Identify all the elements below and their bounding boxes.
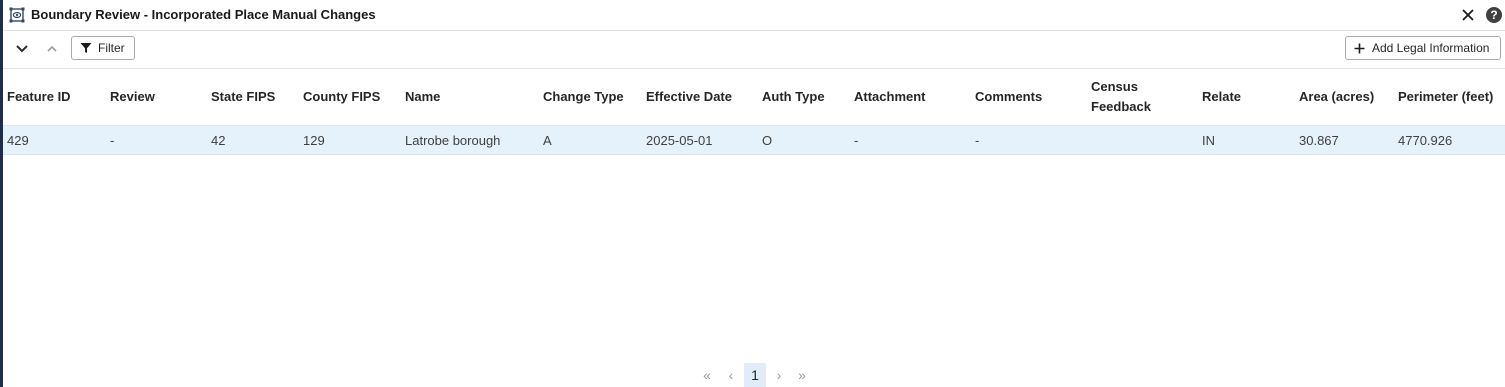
column-header-census-feedback[interactable]: Census Feedback — [1091, 77, 1151, 117]
census-feedback-line-1: Census — [1091, 79, 1138, 94]
filter-button[interactable]: Filter — [71, 36, 135, 60]
page-number-current[interactable]: 1 — [744, 363, 766, 387]
add-legal-information-label: Add Legal Information — [1372, 41, 1490, 55]
column-header-auth-type[interactable]: Auth Type — [762, 87, 825, 107]
cell-feature-id: 429 — [7, 133, 29, 148]
cell-attachment: - — [854, 133, 859, 148]
chevron-up-icon[interactable] — [44, 41, 60, 57]
cell-auth-type: O — [762, 133, 773, 148]
column-header-state-fips[interactable]: State FIPS — [211, 87, 275, 107]
cell-effective-date: 2025-05-01 — [646, 133, 713, 148]
last-page-icon[interactable]: » — [792, 363, 812, 387]
table-header: Feature ID Review State FIPS County FIPS… — [3, 69, 1505, 126]
title-bar: Boundary Review - Incorporated Place Man… — [3, 0, 1505, 31]
column-header-perimeter[interactable]: Perimeter (feet) — [1398, 87, 1493, 107]
cell-review: - — [110, 133, 115, 148]
filter-button-label: Filter — [98, 41, 125, 55]
plus-icon — [1354, 43, 1365, 53]
column-header-feature-id[interactable]: Feature ID — [7, 87, 71, 107]
cell-perimeter: 4770.926 — [1398, 133, 1453, 148]
cell-comments: - — [975, 133, 980, 148]
column-header-name[interactable]: Name — [405, 87, 440, 107]
chevron-down-icon[interactable] — [14, 41, 30, 57]
column-header-change-type[interactable]: Change Type — [543, 87, 624, 107]
help-icon[interactable]: ? — [1486, 7, 1502, 23]
boundary-review-icon — [9, 7, 25, 23]
add-legal-information-button[interactable]: Add Legal Information — [1345, 36, 1501, 60]
table-row[interactable]: 429 - 42 129 Latrobe borough A 2025-05-0… — [3, 126, 1505, 155]
column-header-county-fips[interactable]: County FIPS — [303, 87, 380, 107]
column-header-area[interactable]: Area (acres) — [1299, 87, 1374, 107]
cell-state-fips: 42 — [211, 133, 226, 148]
cell-county-fips: 129 — [303, 133, 325, 148]
cell-name: Latrobe borough — [405, 133, 501, 148]
column-header-comments[interactable]: Comments — [975, 87, 1042, 107]
filter-icon — [80, 43, 92, 53]
next-page-icon[interactable]: › — [771, 363, 787, 387]
cell-change-type: A — [543, 133, 552, 148]
first-page-icon[interactable]: « — [697, 363, 717, 387]
census-feedback-line-2: Feedback — [1091, 99, 1151, 114]
column-header-effective-date[interactable]: Effective Date — [646, 87, 732, 107]
window-title: Boundary Review - Incorporated Place Man… — [31, 7, 376, 22]
column-header-attachment[interactable]: Attachment — [854, 87, 926, 107]
previous-page-icon[interactable]: ‹ — [723, 363, 739, 387]
column-header-relate[interactable]: Relate — [1202, 87, 1241, 107]
cell-area: 30.867 — [1299, 133, 1339, 148]
toolbar: Filter Add Legal Information — [3, 30, 1505, 69]
cell-relate: IN — [1202, 133, 1215, 148]
column-header-review[interactable]: Review — [110, 87, 155, 107]
close-icon[interactable] — [1461, 8, 1475, 22]
